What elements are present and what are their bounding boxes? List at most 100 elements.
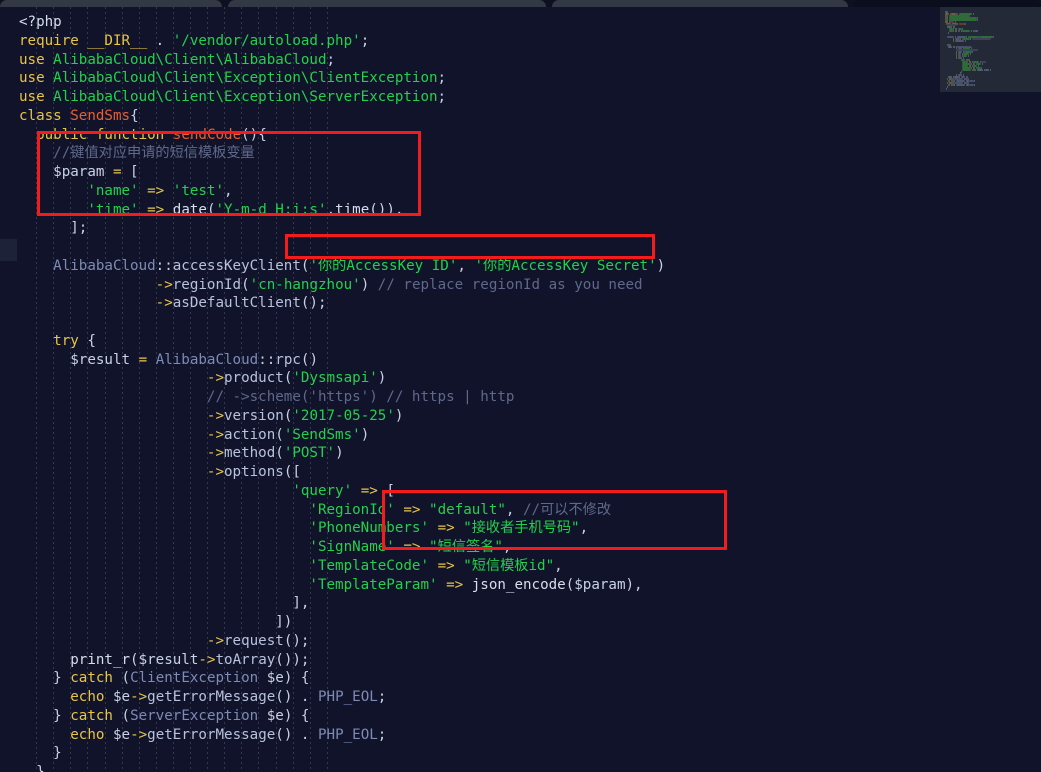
code-token: 'SignName' xyxy=(309,539,395,555)
code-line: echo $e->getErrorMessage() . PHP_EOL; xyxy=(19,726,1041,745)
code-line: } xyxy=(19,744,1041,763)
code-line: try { xyxy=(19,332,1041,351)
code-token: 'name' xyxy=(87,182,139,199)
code-token: echo xyxy=(70,726,105,743)
code-token: action xyxy=(224,426,276,443)
code-token: [ xyxy=(377,482,395,499)
minimap-line xyxy=(975,68,977,71)
code-token: date xyxy=(172,201,207,218)
minimap-line xyxy=(972,12,974,15)
code-token: $e xyxy=(112,689,131,705)
code-token: ServerException xyxy=(130,707,259,724)
minimap-line xyxy=(958,22,964,25)
code-token: ) xyxy=(360,426,370,443)
code-token: asDefaultClient xyxy=(172,295,301,312)
code-token: , xyxy=(579,520,589,537)
minimap-line xyxy=(975,30,978,33)
code-token: { xyxy=(78,332,96,349)
code-line: 'name' => 'test', xyxy=(19,182,1041,201)
code-token: () xyxy=(300,351,318,368)
minimap-line xyxy=(974,80,976,83)
minimap-line xyxy=(964,22,966,25)
minimap-line xyxy=(969,83,974,86)
code-token: } xyxy=(53,745,62,762)
code-token: -> xyxy=(155,276,173,293)
code-token: method xyxy=(224,445,276,462)
minimap-line xyxy=(967,55,969,58)
code-token: toArray xyxy=(215,651,276,668)
code-token: -> xyxy=(206,370,225,387)
code-token: ([ xyxy=(283,464,301,480)
code-token: rpc xyxy=(275,351,301,368)
code-line: 'RegionId' => "default", //可以不修改 xyxy=(19,501,1041,520)
code-token: , xyxy=(502,539,512,555)
code-line: ->product('Dysmsapi') xyxy=(19,369,1041,388)
code-token: , xyxy=(326,201,336,218)
code-line: ->method('POST') xyxy=(19,444,1041,463)
code-token: => xyxy=(437,520,455,537)
minimap-line xyxy=(948,45,953,48)
code-token: , xyxy=(224,182,233,199)
minimap-line xyxy=(955,83,966,86)
code-token: product xyxy=(224,370,284,387)
code-token: -> xyxy=(130,726,148,743)
code-token: , xyxy=(505,501,523,518)
editor-tab-3[interactable] xyxy=(552,0,848,7)
minimap-line xyxy=(948,32,950,35)
code-line: 'PhoneNumbers' => "接收者手机号码", xyxy=(19,519,1041,538)
minimap-line xyxy=(969,53,971,56)
code-line: ->regionId('cn-hangzhou') // replace reg… xyxy=(19,276,1041,295)
code-token: 'Y-m-d H:i:s' xyxy=(215,201,327,218)
code-token: // ->scheme('https') // https | http xyxy=(206,389,515,405)
code-token: ) xyxy=(394,407,404,424)
code-line: class SendSms{ xyxy=(19,107,1041,126)
code-token: '/vendor/autoload.php' xyxy=(172,32,361,49)
editor-tab-2[interactable] xyxy=(228,0,546,7)
code-line: 'TemplateCode' => "短信模板id", xyxy=(19,557,1041,576)
minimap-line xyxy=(972,51,974,54)
code-token: use xyxy=(19,70,45,87)
code-token: accessKeyClient xyxy=(172,257,301,274)
code-token: 'TemplateCode' xyxy=(309,557,430,574)
code-token: '2017-05-25' xyxy=(292,407,395,424)
code-token: 'Dysmsapi' xyxy=(292,370,378,387)
code-token: PHP_EOL xyxy=(318,689,378,705)
minimap-line xyxy=(971,30,972,33)
minimap-content xyxy=(945,11,1037,90)
code-token: => xyxy=(403,539,421,555)
code-line: public function sendCode(){ xyxy=(19,126,1041,145)
minimap-line xyxy=(963,55,968,58)
code-token: time xyxy=(335,201,370,218)
source-code[interactable]: <?php require __DIR__ . '/vendor/autoload… xyxy=(0,7,1041,772)
editor-tab-1[interactable] xyxy=(0,0,222,7)
code-token: ) xyxy=(377,370,387,387)
code-token: , xyxy=(554,557,563,574)
code-token: ClientException xyxy=(130,670,259,687)
editor-tab-4[interactable] xyxy=(854,0,1041,7)
code-token: "短信签名" xyxy=(429,539,503,555)
code-token: ( xyxy=(241,276,250,293)
code-token: (); xyxy=(300,295,327,312)
code-token: AlibabaCloud xyxy=(53,257,156,274)
editor-tab-bar[interactable] xyxy=(0,0,1041,7)
code-line: use AlibabaCloud\Client\Exception\Server… xyxy=(19,88,1041,107)
code-token: -> xyxy=(155,295,173,312)
code-minimap[interactable] xyxy=(940,7,1041,92)
code-token: try xyxy=(53,332,79,349)
code-token: ) xyxy=(360,276,378,293)
code-editor-surface[interactable]: <?php require __DIR__ . '/vendor/autoload… xyxy=(0,7,1041,772)
code-token: $result xyxy=(70,351,131,368)
code-token: ], xyxy=(292,595,310,612)
